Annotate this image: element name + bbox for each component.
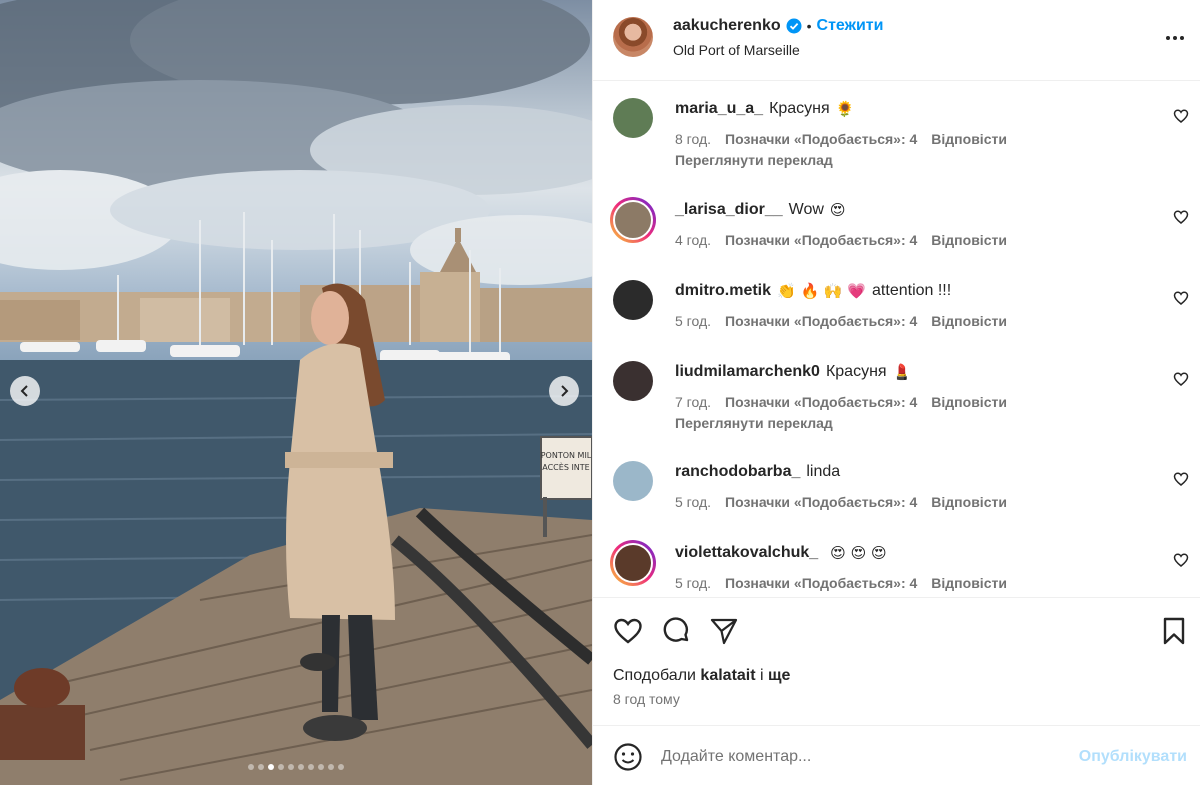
heart-outline-icon[interactable] <box>1173 108 1189 124</box>
comment-reply-button[interactable]: Відповісти <box>931 131 1007 147</box>
heart-outline-icon[interactable] <box>1173 552 1189 568</box>
comment-text: attention !!! <box>872 282 952 299</box>
verified-badge-icon <box>786 18 802 34</box>
comment-username[interactable]: violettakovalchuk_ <box>675 544 818 562</box>
bookmark-icon[interactable] <box>1159 616 1189 646</box>
sign-line-2: ACCÈS INTE <box>542 461 589 472</box>
likes-others-link[interactable]: ще <box>768 667 790 684</box>
comment-avatar[interactable] <box>610 197 656 243</box>
publish-button[interactable]: Опублікувати <box>1079 748 1187 766</box>
comment-username[interactable]: dmitro.metik <box>675 282 771 300</box>
heart-outline-icon[interactable] <box>1173 290 1189 306</box>
comment-reply-button[interactable]: Відповісти <box>931 313 1007 329</box>
comment-text: linda <box>806 463 841 480</box>
author-avatar[interactable] <box>613 17 653 57</box>
chevron-left-icon <box>20 385 28 397</box>
carousel-dot <box>338 764 344 770</box>
carousel-dot <box>258 764 264 770</box>
comment-username[interactable]: ranchodobarba_ <box>675 463 800 481</box>
comment-username[interactable]: liudmilamarchenk0 <box>675 363 820 381</box>
follow-button[interactable]: Стежити <box>817 17 884 35</box>
post-sidebar: aakucherenko • Стежити Old Port of Marse… <box>592 0 1200 785</box>
likes-summary: Сподобали kalatait і ще <box>613 667 790 685</box>
comment-emoji: 👏 🔥 🙌 💗 <box>777 282 867 300</box>
header-separator: • <box>806 18 812 34</box>
comment-text: Красуня <box>825 363 887 380</box>
see-translation-button[interactable]: Переглянути переклад <box>675 415 833 431</box>
carousel-prev-button[interactable] <box>10 376 40 406</box>
comment-time[interactable]: 7 год. <box>675 394 711 410</box>
carousel-dot <box>268 764 274 770</box>
likes-user-link[interactable]: kalatait <box>700 667 755 684</box>
comment-time[interactable]: 5 год. <box>675 313 711 329</box>
carousel-next-button[interactable] <box>549 376 579 406</box>
comment-likes-count[interactable]: Позначки «Подобається»: 4 <box>725 131 917 147</box>
comment-text: Красуня <box>769 100 830 117</box>
comments-list: maria_u_a_ 🌻 Красуня 8 год. Позначки «По… <box>593 82 1200 597</box>
comment-avatar[interactable] <box>613 461 653 501</box>
heart-outline-icon[interactable] <box>613 616 643 646</box>
comment-composer: Опублікувати <box>593 725 1200 785</box>
comment-likes-count[interactable]: Позначки «Подобається»: 4 <box>725 494 917 510</box>
more-horizontal-icon <box>1166 36 1170 40</box>
action-bar <box>593 597 1200 657</box>
chevron-right-icon <box>561 385 569 397</box>
carousel-dot <box>298 764 304 770</box>
comment-time[interactable]: 4 год. <box>675 232 711 248</box>
carousel-dot <box>278 764 284 770</box>
more-options-button[interactable] <box>1163 28 1187 48</box>
smiley-face-icon[interactable] <box>613 742 643 772</box>
comment-text: Wow <box>788 201 824 218</box>
comment-username[interactable]: maria_u_a_ <box>675 100 763 118</box>
comment-emoji: 😍 <box>829 201 846 219</box>
comment-reply-button[interactable]: Відповісти <box>931 575 1007 591</box>
sign-line-1: PONTON MIL <box>541 451 592 460</box>
comment-emoji: 🌻 <box>835 100 855 118</box>
carousel-indicator <box>0 764 592 770</box>
comment-time[interactable]: 5 год. <box>675 494 711 510</box>
post-header: aakucherenko • Стежити Old Port of Marse… <box>593 0 1200 81</box>
see-translation-button[interactable]: Переглянути переклад <box>675 152 833 168</box>
comment-emoji: 💄 <box>892 363 912 381</box>
author-username[interactable]: aakucherenko <box>673 17 781 35</box>
carousel-dot <box>328 764 334 770</box>
comment-avatar[interactable] <box>613 280 653 320</box>
photo-scene: PONTON MIL ACCÈS INTE <box>0 0 592 785</box>
comment-avatar[interactable] <box>613 361 653 401</box>
send-paper-plane-icon[interactable] <box>709 616 739 646</box>
comment-bubble-icon[interactable] <box>661 616 691 646</box>
post-location[interactable]: Old Port of Marseille <box>673 42 800 58</box>
carousel-dot <box>248 764 254 770</box>
likes-prefix: Сподобали <box>613 667 696 684</box>
carousel-dot <box>318 764 324 770</box>
comment-emoji: 😍 😍 😍 <box>830 544 887 562</box>
heart-outline-icon[interactable] <box>1173 371 1189 387</box>
post-timestamp: 8 год тому <box>613 691 680 707</box>
comment-likes-count[interactable]: Позначки «Подобається»: 4 <box>725 313 917 329</box>
comment-likes-count[interactable]: Позначки «Подобається»: 4 <box>725 394 917 410</box>
comment-avatar[interactable] <box>613 98 653 138</box>
comment-input[interactable] <box>661 744 1061 770</box>
heart-outline-icon[interactable] <box>1173 209 1189 225</box>
post-photo[interactable]: PONTON MIL ACCÈS INTE <box>0 0 592 785</box>
comment-username[interactable]: _larisa_dior__ <box>675 201 783 219</box>
comment-avatar[interactable] <box>610 540 656 586</box>
likes-joiner: і <box>760 667 764 684</box>
comment-likes-count[interactable]: Позначки «Подобається»: 4 <box>725 232 917 248</box>
comment-reply-button[interactable]: Відповісти <box>931 232 1007 248</box>
heart-outline-icon[interactable] <box>1173 471 1189 487</box>
carousel-dot <box>288 764 294 770</box>
comment-reply-button[interactable]: Відповісти <box>931 494 1007 510</box>
comment-likes-count[interactable]: Позначки «Подобається»: 4 <box>725 575 917 591</box>
comment-reply-button[interactable]: Відповісти <box>931 394 1007 410</box>
comment-time[interactable]: 5 год. <box>675 575 711 591</box>
carousel-dot <box>308 764 314 770</box>
comment-time[interactable]: 8 год. <box>675 131 711 147</box>
